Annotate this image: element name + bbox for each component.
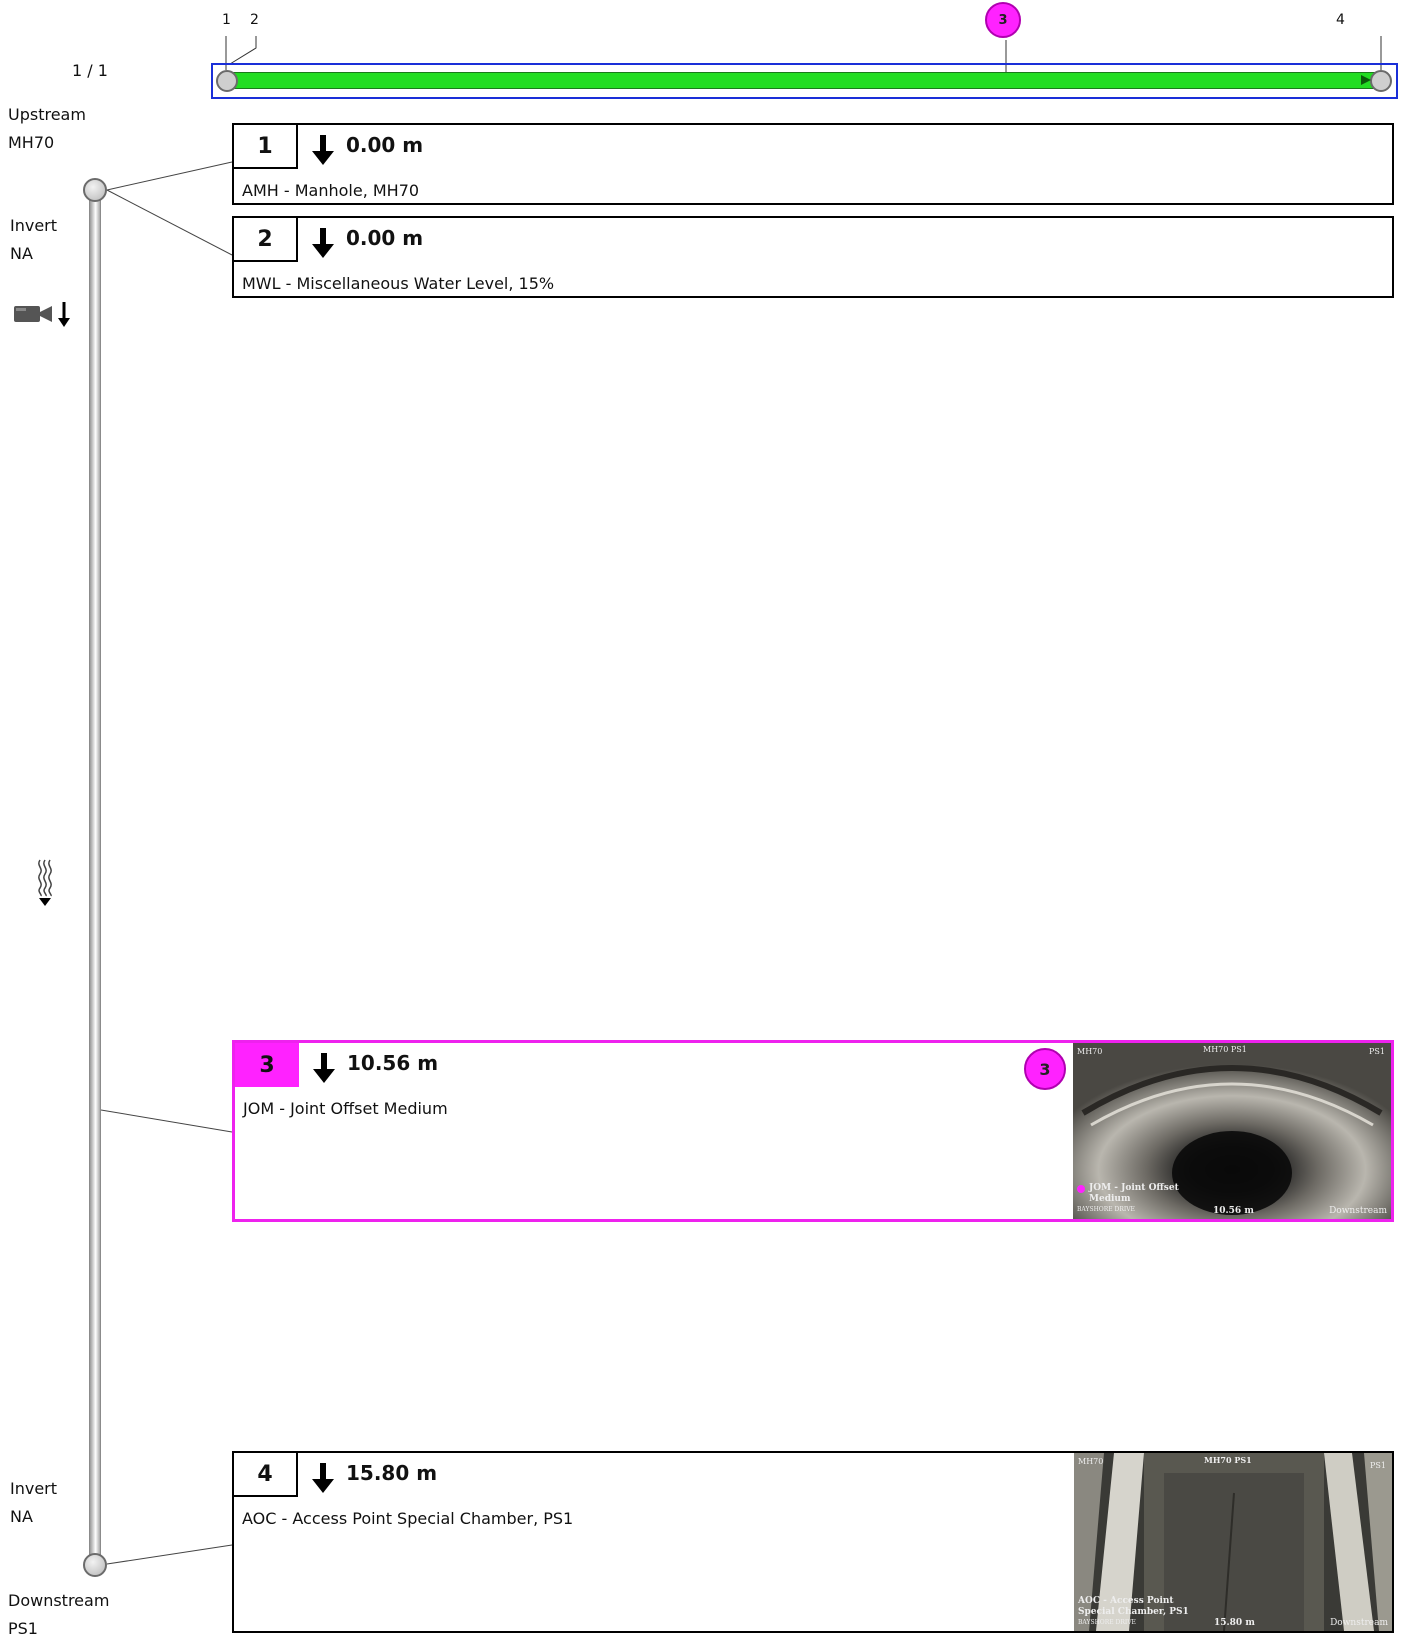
photo-distance: 15.80 m: [1214, 1618, 1255, 1628]
photo-caption-line1: AOC - Access Point: [1078, 1596, 1174, 1606]
observation-marker-label: 3: [1039, 1059, 1051, 1079]
observation-distance: 0.00 m: [346, 133, 424, 157]
observation-number: 1: [234, 125, 298, 169]
observation-distance: 10.56 m: [347, 1051, 439, 1075]
photo-street: BAYSHORE DRIVE: [1078, 1619, 1136, 1626]
photo-caption-line1: JOM - Joint Offset: [1089, 1183, 1179, 1193]
photo-marker-dot: [1077, 1185, 1085, 1193]
observation-description: AMH - Manhole, MH70: [242, 181, 420, 200]
observation-card[interactable]: 4 15.80 m AOC - Access Point Special Cha…: [232, 1451, 1394, 1633]
overview-pipe-bar[interactable]: [225, 72, 1380, 89]
observation-description: MWL - Miscellaneous Water Level, 15%: [242, 274, 555, 293]
photo-top-left: MH70: [1077, 1047, 1103, 1056]
overview-downstream-node: [1370, 70, 1392, 92]
observation-marker-badge: 3: [1024, 1048, 1066, 1090]
observation-number: 2: [234, 218, 298, 262]
photo-caption-line2: Special Chamber, PS1: [1078, 1607, 1189, 1617]
photo-top-left: MH70: [1078, 1457, 1104, 1466]
overview-marker-3-label: 3: [998, 12, 1008, 28]
arrow-down-icon: [312, 1463, 334, 1493]
overview-marker-3-badge[interactable]: 3: [985, 2, 1021, 38]
observation-photo[interactable]: MH70 MH70 PS1 PS1 AOC - Access Point Spe…: [1074, 1453, 1392, 1631]
photo-direction: Downstream: [1329, 1206, 1387, 1216]
photo-direction: Downstream: [1330, 1618, 1388, 1628]
observation-number: 3: [235, 1043, 299, 1087]
observation-description: AOC - Access Point Special Chamber, PS1: [242, 1509, 574, 1528]
arrow-down-icon: [312, 135, 334, 165]
photo-distance: 10.56 m: [1213, 1206, 1254, 1216]
photo-street: BAYSHORE DRIVE: [1077, 1206, 1135, 1213]
photo-top-right: PS1: [1370, 1461, 1386, 1470]
arrow-down-icon: [313, 1053, 335, 1083]
observation-description: JOM - Joint Offset Medium: [243, 1099, 448, 1118]
observation-card-selected[interactable]: 3 10.56 m JOM - Joint Offset Medium 3 MH…: [232, 1040, 1394, 1222]
overview-flow-arrow-icon: [1361, 75, 1371, 85]
photo-top-right: PS1: [1369, 1047, 1385, 1056]
arrow-down-icon: [312, 228, 334, 258]
observation-card[interactable]: 1 0.00 m AMH - Manhole, MH70: [232, 123, 1394, 205]
observation-photo[interactable]: MH70 MH70 PS1 PS1 JOM - Joint Offset Med…: [1073, 1043, 1391, 1219]
observation-card[interactable]: 2 0.00 m MWL - Miscellaneous Water Level…: [232, 216, 1394, 298]
observation-number: 4: [234, 1453, 298, 1497]
observation-connectors: [100, 161, 233, 1565]
photo-top-center: MH70 PS1: [1204, 1455, 1252, 1465]
observation-distance: 0.00 m: [346, 226, 424, 250]
photo-top-center: MH70 PS1: [1203, 1045, 1247, 1054]
observation-distance: 15.80 m: [346, 1461, 438, 1485]
photo-caption-line2: Medium: [1089, 1194, 1131, 1204]
